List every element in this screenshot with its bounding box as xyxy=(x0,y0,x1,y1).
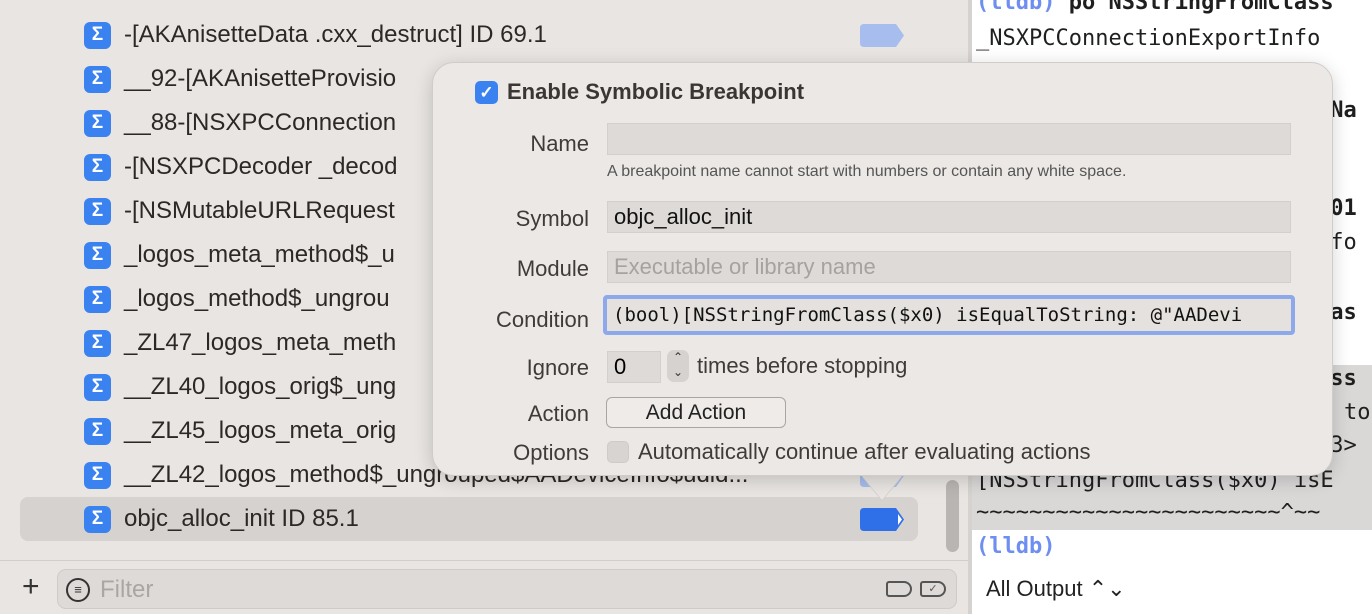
options-label: Options xyxy=(513,440,589,465)
sigma-symbolic-breakpoint-icon: Σ xyxy=(84,285,111,313)
breakpoint-label: _ZL47_logos_meta_meth xyxy=(124,329,397,356)
breakpoint-label: -[NSXPCDecoder _decod xyxy=(124,153,398,180)
breakpoint-label: _logos_meta_method$_u xyxy=(124,241,395,268)
condition-label: Condition xyxy=(496,307,589,332)
auto-continue-checkbox[interactable] xyxy=(607,441,629,463)
name-label: Name xyxy=(530,131,589,156)
popover-arrow xyxy=(862,476,902,500)
sigma-symbolic-breakpoint-icon: Σ xyxy=(84,461,111,489)
breakpoint-row[interactable]: Σobjc_alloc_init ID 85.1 xyxy=(20,497,918,541)
condition-field[interactable]: (bool)[NSStringFromClass($x0) isEqualToS… xyxy=(603,295,1295,335)
sigma-symbolic-breakpoint-icon: Σ xyxy=(84,373,111,401)
symbol-field[interactable]: objc_alloc_init xyxy=(607,201,1291,233)
console-line: ~~~~~~~~~~~~~~~~~~~~~~~^~~ xyxy=(976,500,1321,525)
navigator-bottom-bar: + ≡ ✓ xyxy=(0,560,968,614)
breakpoint-label: __ZL45_logos_meta_orig xyxy=(124,417,397,444)
breakpoint-toggle-icon[interactable] xyxy=(860,507,904,531)
breakpoint-tag-filter-icon[interactable] xyxy=(886,581,912,597)
scrollbar[interactable] xyxy=(946,480,959,552)
breakpoint-row[interactable]: Σ -[AKAnisetteData .cxx_destruct] ID 69.1 xyxy=(20,13,918,57)
console-prompt: (lldb) xyxy=(976,0,1056,15)
breakpoint-toggle-icon[interactable] xyxy=(860,23,904,47)
sigma-symbolic-breakpoint-icon: Σ xyxy=(84,417,111,445)
enabled-breakpoint-filter-icon[interactable]: ✓ xyxy=(920,581,946,597)
filter-icon[interactable]: ≡ xyxy=(66,578,90,602)
module-label: Module xyxy=(516,256,589,281)
sigma-symbolic-breakpoint-icon: Σ xyxy=(84,241,111,269)
name-hint: A breakpoint name cannot start with numb… xyxy=(607,163,1127,180)
console-prompt: (lldb) xyxy=(976,534,1056,559)
action-label: Action xyxy=(527,401,589,426)
sigma-symbolic-breakpoint-icon: Σ xyxy=(84,21,111,49)
sigma-symbolic-breakpoint-icon: Σ xyxy=(84,505,111,533)
breakpoint-label: __ZL40_logos_orig$_ung xyxy=(124,373,397,400)
console-line: _NSXPCConnectionExportInfo xyxy=(976,26,1321,51)
module-field[interactable]: Executable or library name xyxy=(607,251,1291,283)
sigma-symbolic-breakpoint-icon: Σ xyxy=(84,329,111,357)
breakpoint-label: __88-[NSXPCConnection xyxy=(124,109,397,136)
breakpoint-label: __92-[AKAnisetteProvisio xyxy=(124,65,397,92)
filter-input[interactable] xyxy=(100,576,800,604)
sigma-symbolic-breakpoint-icon: Σ xyxy=(84,197,111,225)
symbol-label: Symbol xyxy=(515,206,589,231)
sigma-symbolic-breakpoint-icon: Σ xyxy=(84,153,111,181)
output-filter-popup[interactable]: All Output ⌃⌄ xyxy=(986,576,1126,602)
console-line: po NSStringFromClass xyxy=(1055,0,1334,15)
breakpoint-label: _logos_method$_ungrou xyxy=(124,285,390,312)
add-breakpoint-button[interactable]: + xyxy=(22,572,40,602)
sigma-symbolic-breakpoint-icon: Σ xyxy=(84,109,111,137)
ignore-label: Ignore xyxy=(526,355,589,380)
ignore-suffix: times before stopping xyxy=(697,353,908,378)
filter-field[interactable]: ≡ ✓ xyxy=(57,569,957,609)
ignore-stepper[interactable]: ⌃ ⌄ xyxy=(667,350,689,382)
auto-continue-label: Automatically continue after evaluating … xyxy=(638,439,1091,464)
name-field[interactable] xyxy=(607,123,1291,155)
console-bottom-bar: All Output ⌃⌄ xyxy=(972,566,1372,614)
breakpoint-label: objc_alloc_init ID 85.1 xyxy=(124,505,359,532)
enable-breakpoint-checkbox[interactable]: ✓ xyxy=(475,81,498,104)
ignore-count-field[interactable]: 0 xyxy=(607,351,661,383)
breakpoint-editor-popover: ✓ Enable Symbolic Breakpoint Name A brea… xyxy=(432,62,1333,476)
console-line: to xyxy=(1344,400,1371,425)
sigma-symbolic-breakpoint-icon: Σ xyxy=(84,65,111,93)
add-action-button[interactable]: Add Action xyxy=(606,397,786,428)
breakpoint-label: -[AKAnisetteData .cxx_destruct] ID 69.1 xyxy=(124,21,547,48)
breakpoint-label: -[NSMutableURLRequest xyxy=(124,197,395,224)
popover-title: Enable Symbolic Breakpoint xyxy=(507,79,805,104)
